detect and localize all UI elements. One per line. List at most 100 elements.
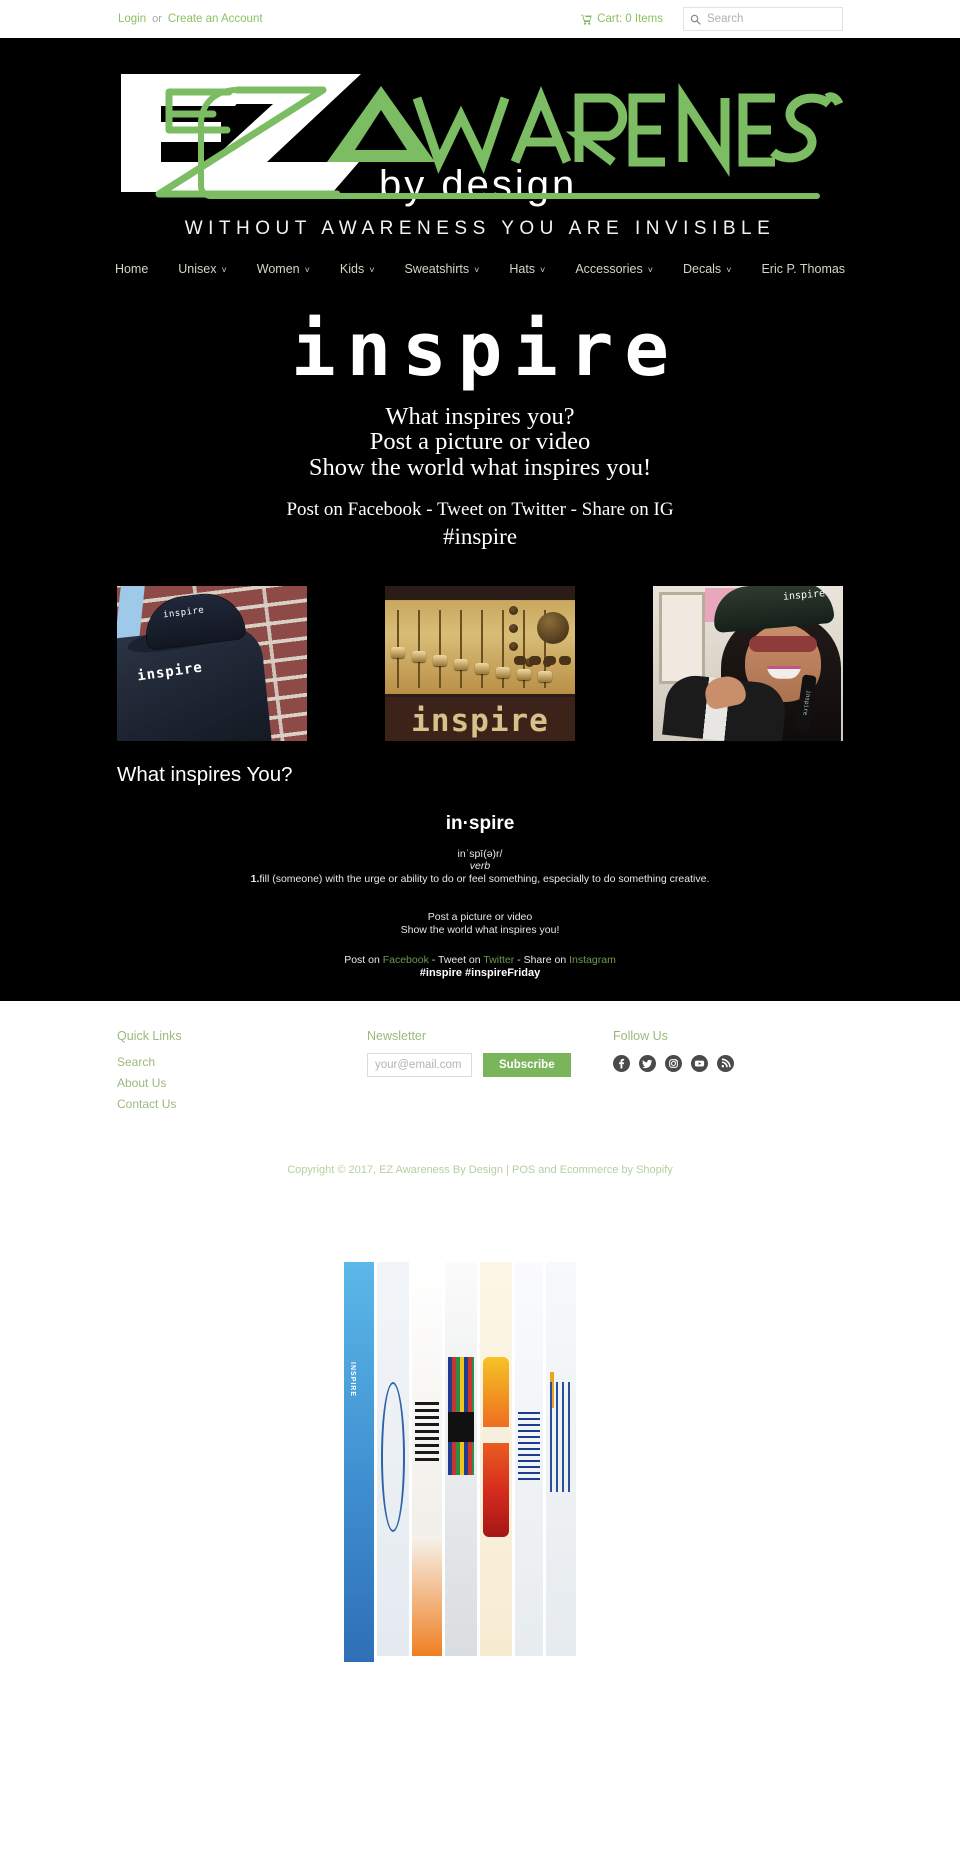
definition-sense: 1.fill (someone) with the urge or abilit…: [117, 872, 843, 885]
nav-label: Accessories: [575, 262, 643, 276]
console-jog-wheel: [537, 611, 569, 644]
subscribe-button[interactable]: Subscribe: [483, 1053, 571, 1078]
book-spines-photo: INSPIRE: [344, 1262, 616, 1663]
cart-label: Cart: 0 Items: [597, 13, 663, 25]
shopping-cart-icon: [581, 14, 593, 25]
footer-link-about-us[interactable]: About Us: [117, 1076, 166, 1090]
photo-gallery: inspire inspire inspire inspire inspire: [117, 563, 843, 741]
cta-line-1: Post a picture or video: [427, 910, 533, 923]
hero-line-2: Post a picture or video: [369, 428, 591, 456]
instagram-link[interactable]: Instagram: [569, 954, 616, 966]
copyright-and: and: [535, 1164, 560, 1177]
book-spine-7: [546, 1262, 576, 1657]
console-top-edge: [385, 585, 575, 600]
photo-content: inspire inspire: [117, 585, 307, 741]
nav-label: Eric P. Thomas: [761, 262, 846, 276]
sunglasses: [749, 635, 817, 652]
search-icon: [690, 14, 701, 25]
nav-item-unisex[interactable]: Unisex ˅: [163, 262, 241, 276]
main-navigation: Home Unisex ˅ Women ˅ Kids ˅ Sweatshirts…: [0, 240, 960, 290]
list-item: About Us: [117, 1074, 367, 1092]
site-footer: Quick Links Search About Us Contact Us N…: [0, 1001, 960, 1177]
content-wrapper: What inspires You? in·spire inˈspī(ə)r/ …: [117, 763, 843, 1001]
cart-link[interactable]: Cart: 0 Items: [581, 13, 663, 25]
search-box[interactable]: [683, 7, 843, 31]
twitter-icon[interactable]: [639, 1055, 656, 1073]
nav-item-home[interactable]: Home: [100, 262, 163, 276]
nav-item-hats[interactable]: Hats ˅: [494, 262, 560, 276]
pos-link[interactable]: POS: [512, 1164, 535, 1176]
footer-columns: Quick Links Search About Us Contact Us N…: [117, 1029, 843, 1116]
nav-label: Unisex: [178, 262, 217, 276]
book-spine-6: [515, 1262, 543, 1657]
book-spine-3: [412, 1262, 442, 1657]
definition-sense-text: fill (someone) with the urge or ability …: [259, 872, 710, 885]
photo-inspire-shirt-and-cap[interactable]: inspire inspire: [117, 585, 307, 741]
or-separator: or: [152, 13, 162, 25]
newsletter-email-input[interactable]: [367, 1053, 472, 1078]
photo-woman-inspire-cap[interactable]: inspire inspire: [653, 585, 843, 741]
top-utility-bar: Login or Create an Account Cart: 0 Items: [0, 0, 960, 38]
hero-word: inspire: [291, 307, 680, 393]
list-item: Contact Us: [117, 1095, 367, 1113]
nav-item-women[interactable]: Women ˅: [242, 262, 325, 276]
topbar-right-group: Cart: 0 Items: [581, 7, 843, 31]
site-tagline: WITHOUT AWARENESS YOU ARE INVISIBLE: [184, 218, 776, 239]
hashtags: #inspire #inspireFriday: [419, 967, 541, 980]
twitter-link[interactable]: Twitter: [483, 954, 514, 966]
facebook-icon[interactable]: [613, 1055, 630, 1073]
instagram-icon[interactable]: [665, 1055, 682, 1073]
nav-item-decals[interactable]: Decals ˅: [668, 262, 746, 276]
site-logo[interactable]: by design: [117, 58, 843, 210]
hero-line-3: Show the world what inspires you!: [308, 454, 652, 482]
social-prefix: Post on: [344, 954, 383, 967]
follow-us-title: Follow Us: [613, 1029, 668, 1044]
nav-item-sweatshirts[interactable]: Sweatshirts ˅: [389, 262, 494, 276]
masthead: by design WITHOUT AWARENESS YOU ARE INVI…: [0, 38, 960, 1002]
nav-item-eric-p-thomas[interactable]: Eric P. Thomas: [746, 262, 860, 276]
create-account-link[interactable]: Create an Account: [168, 13, 263, 25]
book-spine-1: INSPIRE: [344, 1262, 374, 1663]
social-mid-2: - Share on: [514, 954, 570, 967]
account-links: Login or Create an Account: [118, 13, 263, 25]
chevron-down-icon: ˅: [221, 264, 227, 275]
social-icon-row: [613, 1053, 843, 1073]
rss-icon[interactable]: [717, 1055, 734, 1073]
nav-item-accessories[interactable]: Accessories ˅: [560, 262, 668, 276]
bottom-image-area: INSPIRE: [0, 1176, 960, 1663]
footer-follow-us: Follow Us: [613, 1029, 843, 1116]
definition-word: in·spire: [445, 812, 515, 834]
console-buttons: [514, 655, 571, 665]
newsletter-form: Subscribe: [367, 1053, 613, 1078]
login-link[interactable]: Login: [118, 13, 146, 25]
search-input[interactable]: [707, 13, 836, 25]
cta-line-2: Show the world what inspires you!: [400, 923, 560, 936]
definition-part-of-speech: verb: [469, 859, 491, 872]
logo-graphic: by design: [121, 74, 843, 207]
photo-content: inspire inspire: [653, 585, 843, 741]
photo-content: inspire: [385, 585, 575, 741]
footer-link-contact-us[interactable]: Contact Us: [117, 1097, 176, 1111]
nav-item-kids[interactable]: Kids ˅: [325, 262, 390, 276]
chevron-down-icon: ˅: [726, 264, 732, 275]
photo-mixing-console[interactable]: inspire: [385, 585, 575, 741]
copyright-store-link[interactable]: EZ Awareness By Design: [379, 1164, 503, 1176]
newsletter-title: Newsletter: [367, 1029, 427, 1044]
hero-line-1: What inspires you?: [385, 402, 575, 430]
spine-text: INSPIRE: [349, 1362, 356, 1398]
facebook-link[interactable]: Facebook: [383, 954, 429, 966]
hero-section: inspire What inspires you? Post a pictur…: [0, 290, 960, 564]
hero-social-line: Post on Facebook - Tweet on Twitter - Sh…: [286, 498, 674, 520]
nav-label: Sweatshirts: [404, 262, 470, 276]
youtube-icon[interactable]: [691, 1055, 708, 1073]
footer-link-search[interactable]: Search: [117, 1055, 155, 1069]
book-spine-4: [445, 1262, 477, 1657]
ecommerce-shopify-link[interactable]: Ecommerce by Shopify: [560, 1164, 673, 1176]
nav-label: Decals: [682, 262, 722, 276]
book-spine-2: [377, 1262, 409, 1657]
picture-frame: [659, 591, 705, 684]
definition-phonetic: inˈspī(ə)r/: [457, 847, 503, 860]
chevron-down-icon: ˅: [474, 264, 480, 275]
hero-hashtag: #inspire: [442, 523, 518, 549]
nav-label: Home: [114, 262, 149, 276]
